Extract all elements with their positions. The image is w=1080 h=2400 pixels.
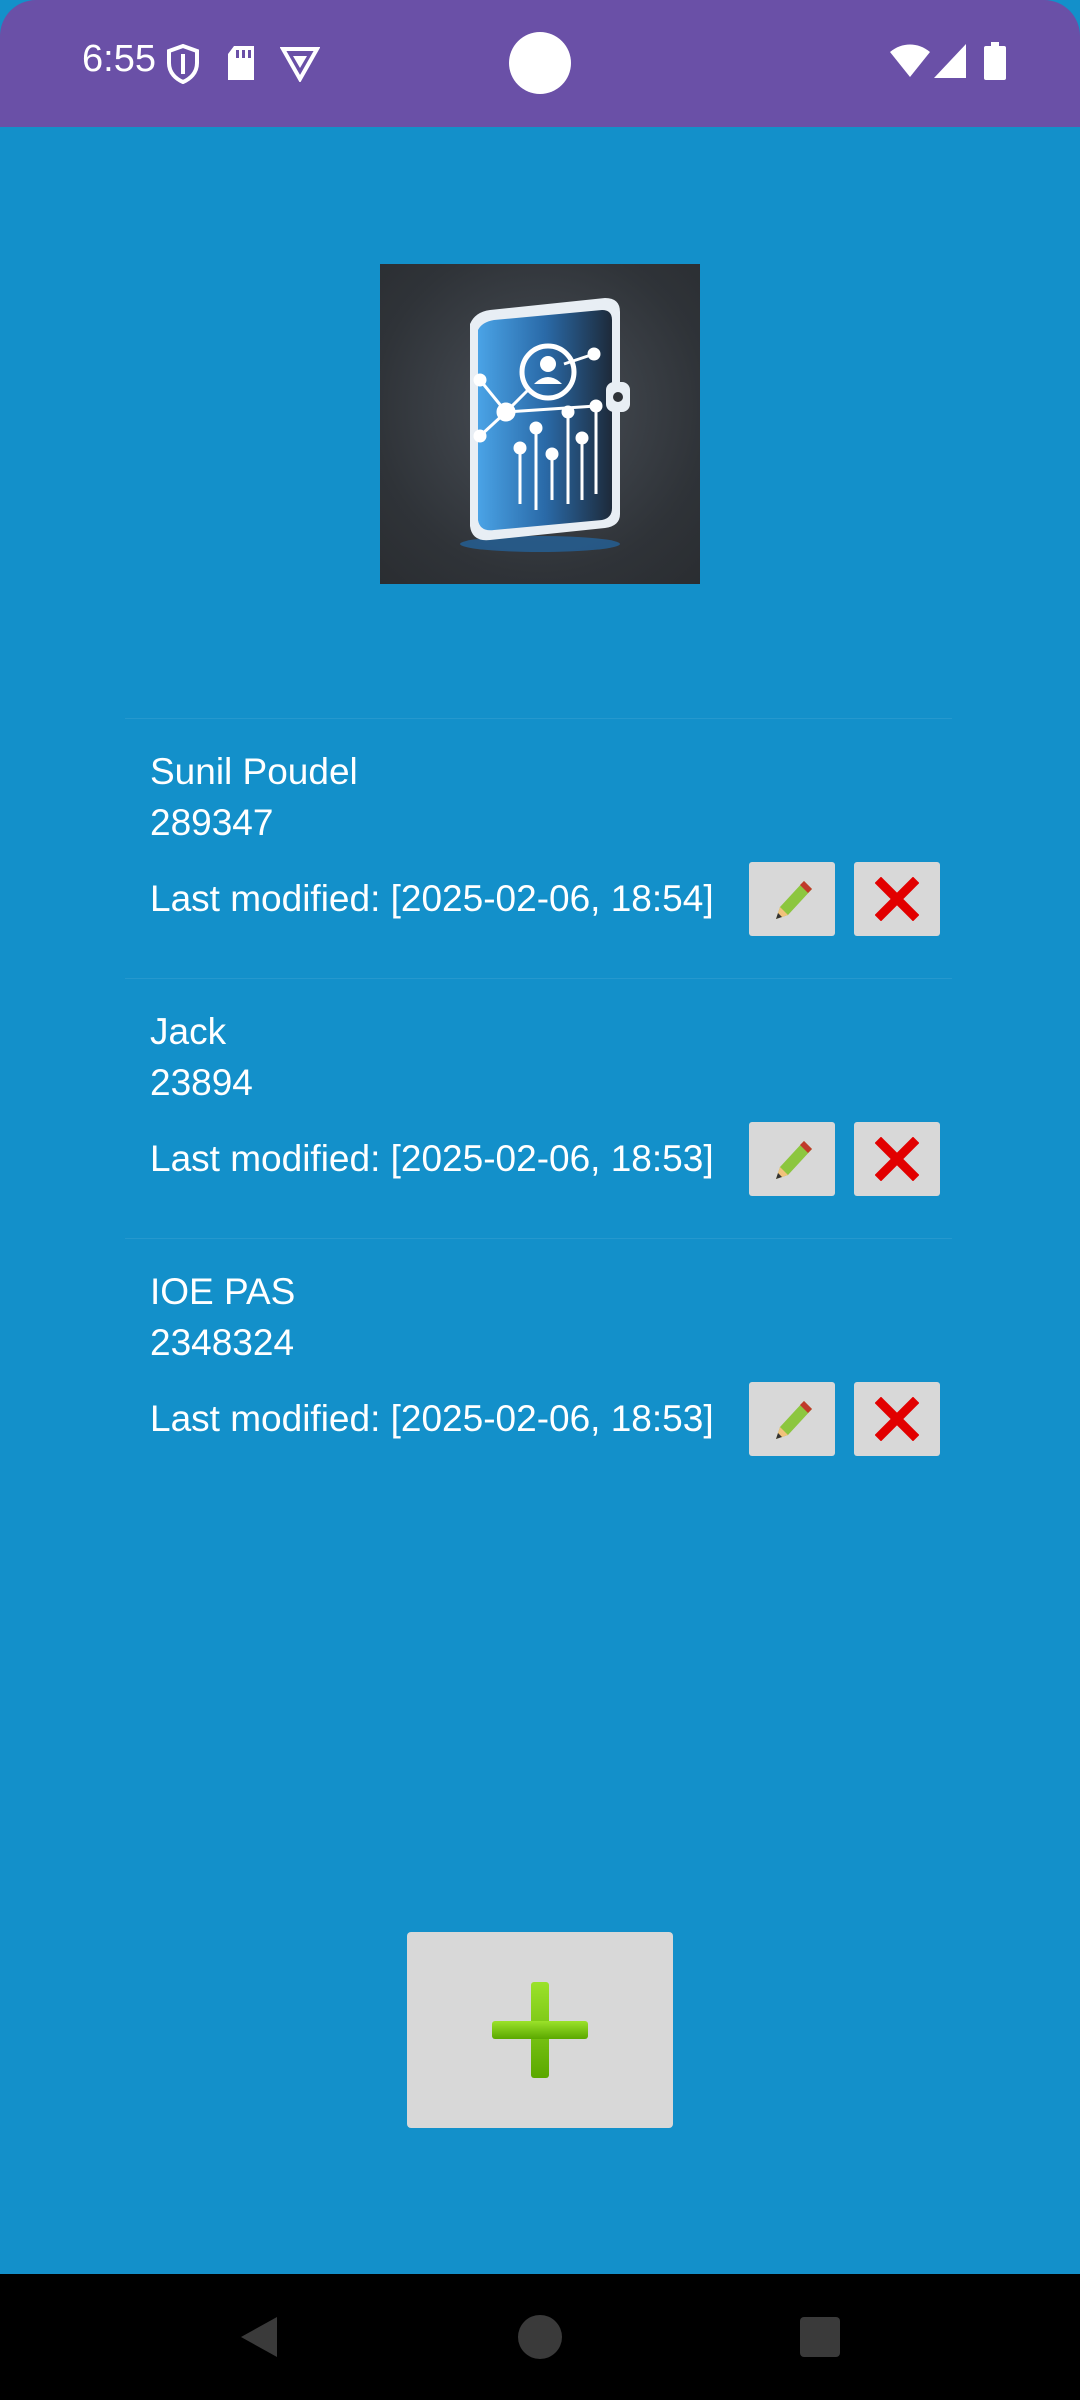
vpn-icon [279, 46, 321, 86]
navigation-bar [0, 2274, 1080, 2400]
pencil-icon [776, 881, 812, 919]
red-x-icon [875, 877, 919, 921]
pencil-icon [776, 1141, 812, 1179]
contact-number: 289347 [150, 802, 274, 843]
delete-button[interactable] [854, 862, 940, 936]
edit-button[interactable] [749, 1382, 835, 1456]
delete-button[interactable] [854, 1122, 940, 1196]
recents-icon [800, 2317, 840, 2357]
red-x-icon [875, 1397, 919, 1441]
green-plus-icon [492, 1982, 588, 2078]
list-item[interactable]: IOE PAS 2348324 Last modified: [2025-02-… [125, 1238, 952, 1498]
back-icon [241, 2317, 277, 2357]
edit-button[interactable] [749, 862, 835, 936]
last-modified-label: Last modified: [2025-02-06, 18:54] [150, 878, 714, 919]
status-bar: 6:55 [0, 0, 1080, 127]
back-button[interactable] [199, 2274, 319, 2400]
status-time: 6:55 [82, 38, 156, 80]
battery-icon [984, 42, 1006, 84]
edit-button[interactable] [749, 1122, 835, 1196]
contact-number: 23894 [150, 1062, 253, 1103]
contact-name: IOE PAS [150, 1271, 296, 1312]
home-button[interactable] [480, 2274, 600, 2400]
pencil-icon [776, 1401, 812, 1439]
camera-cutout [509, 32, 571, 94]
recents-button[interactable] [760, 2274, 880, 2400]
wifi-icon [890, 44, 930, 82]
red-x-icon [875, 1137, 919, 1181]
contacts-list: Sunil Poudel 289347 Last modified: [2025… [125, 718, 952, 1498]
app-logo [380, 264, 700, 584]
sd-card-icon [226, 46, 256, 84]
last-modified-label: Last modified: [2025-02-06, 18:53] [150, 1398, 714, 1439]
contact-name: Jack [150, 1011, 227, 1052]
contact-number: 2348324 [150, 1322, 295, 1363]
add-contact-button[interactable] [407, 1932, 673, 2128]
last-modified-label: Last modified: [2025-02-06, 18:53] [150, 1138, 714, 1179]
home-icon [518, 2315, 562, 2359]
contacts-book-logo [460, 298, 630, 552]
contact-name: Sunil Poudel [150, 751, 358, 792]
shield-icon [166, 43, 200, 88]
list-item[interactable]: Jack 23894 Last modified: [2025-02-06, 1… [125, 978, 952, 1238]
signal-icon [934, 44, 966, 82]
delete-button[interactable] [854, 1382, 940, 1456]
list-item[interactable]: Sunil Poudel 289347 Last modified: [2025… [125, 718, 952, 978]
